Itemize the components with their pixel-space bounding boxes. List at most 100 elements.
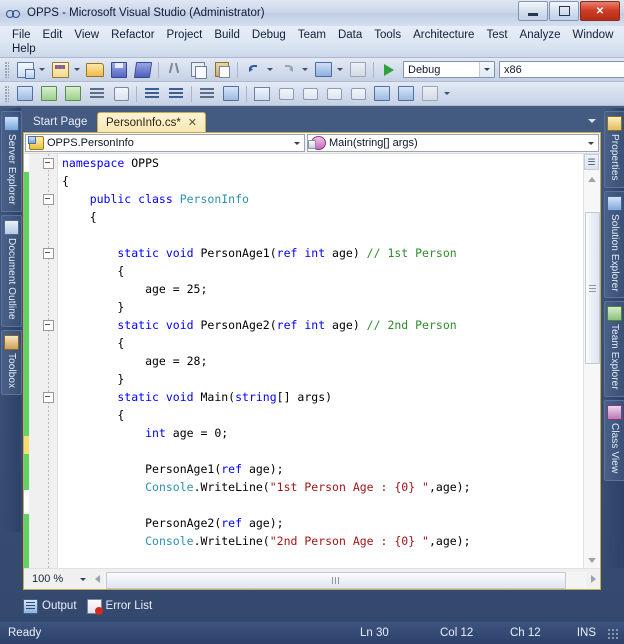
paste-button[interactable] xyxy=(211,59,233,81)
resize-grip-icon[interactable] xyxy=(608,629,620,641)
outlining-collapse-button[interactable] xyxy=(43,194,54,205)
member-navigation-combo[interactable]: Main(string[] args) xyxy=(307,134,599,152)
chevron-down-icon[interactable] xyxy=(479,62,494,77)
navigate-backward-button[interactable] xyxy=(312,59,334,81)
tab-output[interactable]: Output xyxy=(23,598,77,614)
vertical-scroll-thumb[interactable] xyxy=(585,212,600,364)
navigate-dropdown[interactable] xyxy=(335,60,344,80)
toggle-all-outlining-button[interactable] xyxy=(110,83,132,105)
split-view-icon[interactable]: ☰ xyxy=(584,154,599,170)
tab-list-dropdown-icon[interactable] xyxy=(585,114,599,128)
output-window-icon xyxy=(23,598,38,614)
menu-view[interactable]: View xyxy=(68,28,105,42)
menu-refactor[interactable]: Refactor xyxy=(105,28,160,42)
toolbar-grip[interactable] xyxy=(5,61,9,78)
decrease-indent-button[interactable] xyxy=(141,83,163,105)
display-parameter-info-button[interactable] xyxy=(38,83,60,105)
next-bookmark-in-folder-button[interactable] xyxy=(347,83,369,105)
scroll-right-icon[interactable] xyxy=(586,572,600,586)
minimize-button[interactable] xyxy=(518,1,548,21)
next-bookmark-in-document-button[interactable] xyxy=(395,83,417,105)
menu-edit[interactable]: Edit xyxy=(37,28,69,42)
redo-dropdown[interactable] xyxy=(300,60,309,80)
next-bookmark-button[interactable] xyxy=(299,83,321,105)
uncomment-selection-button[interactable] xyxy=(220,83,242,105)
open-file-button[interactable] xyxy=(84,59,106,81)
horizontal-scroll-track[interactable] xyxy=(104,571,586,589)
undo-dropdown[interactable] xyxy=(265,60,274,80)
sidebar-item-team-explorer[interactable]: Team Explorer xyxy=(604,301,624,398)
previous-bookmark-in-folder-button[interactable] xyxy=(323,83,345,105)
new-project-button[interactable] xyxy=(14,59,36,81)
menu-build[interactable]: Build xyxy=(208,28,246,42)
outlining-collapse-button[interactable] xyxy=(43,320,54,331)
window-controls: ✕ xyxy=(518,1,620,21)
sidebar-item-toolbox[interactable]: Toolbox xyxy=(1,329,22,395)
toolbar-grip[interactable] xyxy=(5,85,9,102)
menu-architecture[interactable]: Architecture xyxy=(407,28,480,42)
code-editor-text[interactable]: namespace OPPS{ public class PersonInfo … xyxy=(58,154,600,569)
tab-personinfo-cs[interactable]: PersonInfo.cs* ✕ xyxy=(97,112,207,132)
increase-indent-button[interactable] xyxy=(165,83,187,105)
menu-analyze[interactable]: Analyze xyxy=(514,28,567,42)
sidebar-item-class-view[interactable]: Class View xyxy=(604,400,624,481)
code-token: Console xyxy=(145,534,194,548)
scroll-up-icon[interactable] xyxy=(585,173,598,186)
code-line: PersonAge2(ref age); xyxy=(62,514,600,532)
comment-selection-button[interactable] xyxy=(196,83,218,105)
scroll-down-icon[interactable] xyxy=(585,554,598,567)
previous-bookmark-in-document-button[interactable] xyxy=(371,83,393,105)
display-quick-info-button[interactable] xyxy=(62,83,84,105)
menu-window[interactable]: Window xyxy=(566,28,619,42)
vertical-scrollbar[interactable]: ☰ xyxy=(583,154,600,569)
chevron-down-icon[interactable] xyxy=(80,577,90,581)
outlining-collapse-button[interactable] xyxy=(43,392,54,403)
close-icon[interactable]: ✕ xyxy=(188,116,197,129)
menu-data[interactable]: Data xyxy=(332,28,368,42)
type-navigation-combo[interactable]: OPPS.PersonInfo xyxy=(25,134,305,152)
sidebar-item-properties[interactable]: Properties xyxy=(604,111,624,188)
close-button[interactable]: ✕ xyxy=(580,1,620,21)
save-button[interactable] xyxy=(108,59,130,81)
solution-configuration-combo[interactable]: Debug xyxy=(403,61,495,78)
toolbar-overflow[interactable] xyxy=(442,84,451,104)
menu-project[interactable]: Project xyxy=(161,28,209,42)
chevron-down-icon[interactable] xyxy=(584,141,598,145)
menu-tools[interactable]: Tools xyxy=(368,28,407,42)
cut-button[interactable] xyxy=(163,59,185,81)
toggle-bookmark-button[interactable] xyxy=(251,83,273,105)
outlining-collapse-button[interactable] xyxy=(43,248,54,259)
toggle-word-wrap-button[interactable] xyxy=(86,83,108,105)
solution-platform-combo[interactable]: x86 xyxy=(499,61,624,78)
menu-team[interactable]: Team xyxy=(292,28,332,42)
new-project-dropdown[interactable] xyxy=(37,60,46,80)
add-new-item-dropdown[interactable] xyxy=(72,60,81,80)
tab-start-page[interactable]: Start Page xyxy=(25,112,95,132)
redo-button[interactable] xyxy=(277,59,299,81)
scroll-left-icon[interactable] xyxy=(90,572,104,586)
menu-file[interactable]: File xyxy=(6,28,37,42)
outlining-collapse-button[interactable] xyxy=(43,158,54,169)
menu-debug[interactable]: Debug xyxy=(246,28,292,42)
sidebar-item-solution-explorer[interactable]: Solution Explorer xyxy=(604,190,624,299)
undo-button[interactable] xyxy=(242,59,264,81)
menu-test[interactable]: Test xyxy=(480,28,513,42)
add-new-item-button[interactable] xyxy=(49,59,71,81)
display-object-member-list-button[interactable] xyxy=(14,83,36,105)
navigate-forward-button[interactable] xyxy=(347,59,369,81)
maximize-button[interactable] xyxy=(549,1,579,21)
previous-bookmark-button[interactable] xyxy=(275,83,297,105)
start-debugging-button[interactable] xyxy=(378,59,400,81)
chevron-down-icon[interactable] xyxy=(290,141,304,145)
sidebar-item-document-outline[interactable]: Document Outline xyxy=(1,214,22,327)
menu-help[interactable]: Help xyxy=(6,42,42,56)
zoom-level-combo[interactable]: 100 % xyxy=(28,571,90,588)
solution-explorer-icon xyxy=(607,195,622,211)
horizontal-scroll-thumb[interactable] xyxy=(106,571,566,589)
clear-bookmarks-button[interactable] xyxy=(419,83,441,105)
copy-button[interactable] xyxy=(187,59,209,81)
save-all-button[interactable] xyxy=(132,59,154,81)
sidebar-item-server-explorer[interactable]: Server Explorer xyxy=(1,111,22,212)
tab-error-list[interactable]: Error List xyxy=(86,598,152,615)
comment-selection-icon xyxy=(200,87,214,100)
